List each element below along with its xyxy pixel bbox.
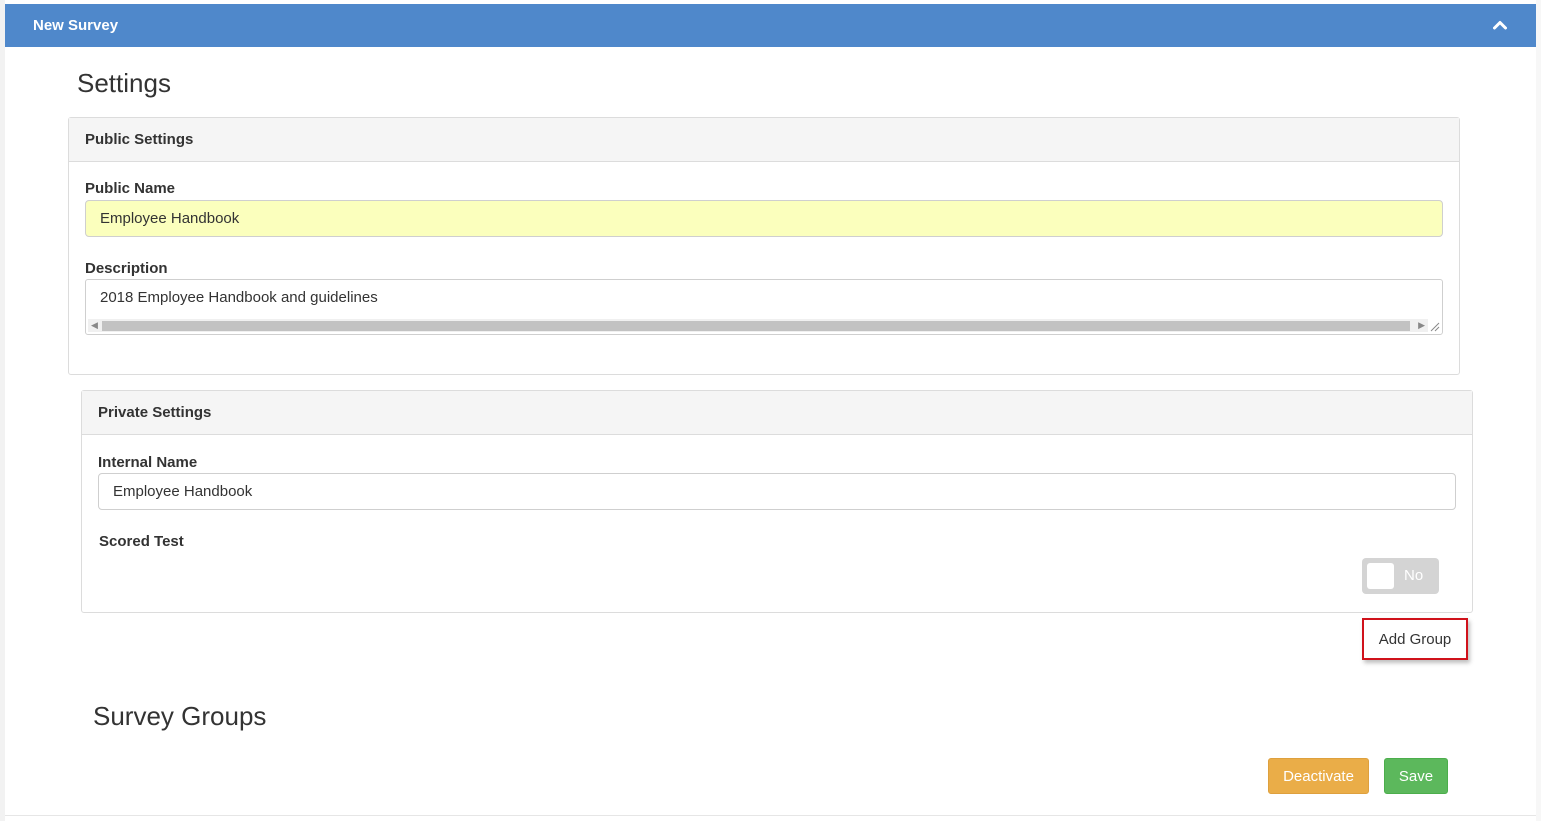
scrollbar-thumb[interactable] (102, 321, 1410, 331)
survey-title: New Survey (33, 17, 119, 34)
description-value: 2018 Employee Handbook and guidelines (100, 289, 378, 306)
toggle-knob (1367, 563, 1394, 589)
settings-heading: Settings (77, 68, 171, 98)
page-left-edge (0, 0, 5, 821)
save-button[interactable]: Save (1384, 758, 1448, 794)
internal-name-value: Employee Handbook (113, 483, 253, 500)
internal-name-label: Internal Name (98, 454, 198, 471)
description-textarea[interactable]: 2018 Employee Handbook and guidelines ◀ … (85, 279, 1443, 335)
description-horizontal-scrollbar[interactable]: ◀ ▶ (88, 319, 1428, 332)
public-name-value: Employee Handbook (100, 210, 240, 227)
survey-groups-heading: Survey Groups (93, 701, 267, 731)
toggle-state-label: No (1404, 567, 1424, 584)
page-bottom-divider (5, 815, 1536, 816)
public-settings-panel: Public Settings (68, 117, 1460, 375)
scored-test-toggle[interactable]: No (1362, 558, 1439, 594)
public-name-label: Public Name (85, 180, 176, 197)
resize-grip-icon[interactable] (1429, 321, 1440, 332)
private-settings-title: Private Settings (82, 391, 1472, 435)
add-group-button[interactable]: Add Group (1367, 622, 1463, 656)
internal-name-input[interactable]: Employee Handbook (98, 473, 1456, 510)
page-right-edge (1536, 0, 1541, 821)
scored-test-label: Scored Test (99, 533, 184, 550)
chevron-up-icon[interactable] (1492, 17, 1508, 33)
scroll-left-arrow-icon[interactable]: ◀ (91, 319, 98, 332)
scroll-right-arrow-icon[interactable]: ▶ (1418, 319, 1425, 332)
public-name-input[interactable]: Employee Handbook (85, 200, 1443, 237)
deactivate-button[interactable]: Deactivate (1268, 758, 1369, 794)
survey-title-bar: New Survey (5, 4, 1536, 47)
description-label: Description (85, 260, 168, 277)
public-settings-title: Public Settings (69, 118, 1459, 162)
